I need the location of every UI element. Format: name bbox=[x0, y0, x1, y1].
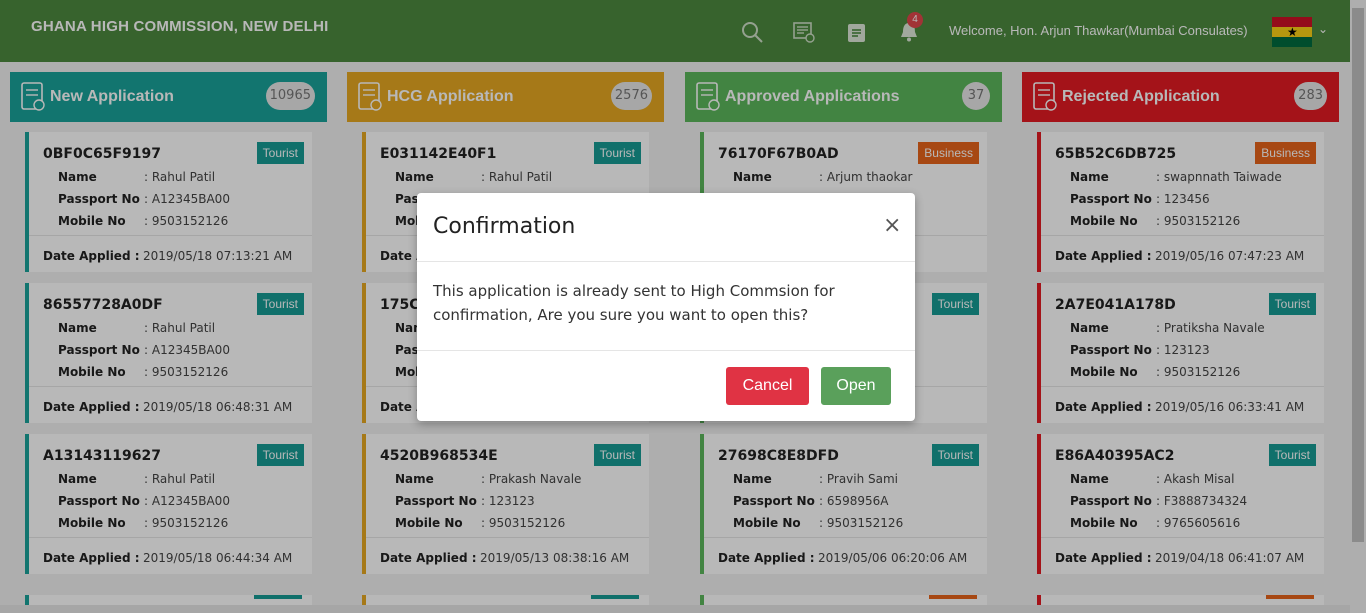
confirmation-dialog: Confirmation × This application is alrea… bbox=[417, 193, 915, 421]
dialog-title: Confirmation bbox=[433, 214, 576, 239]
divider bbox=[417, 350, 915, 351]
cancel-button[interactable]: Cancel bbox=[726, 367, 809, 405]
open-button[interactable]: Open bbox=[821, 367, 891, 405]
close-icon[interactable]: × bbox=[883, 213, 901, 238]
dialog-message: This application is already sent to High… bbox=[433, 282, 835, 324]
divider bbox=[417, 261, 915, 262]
